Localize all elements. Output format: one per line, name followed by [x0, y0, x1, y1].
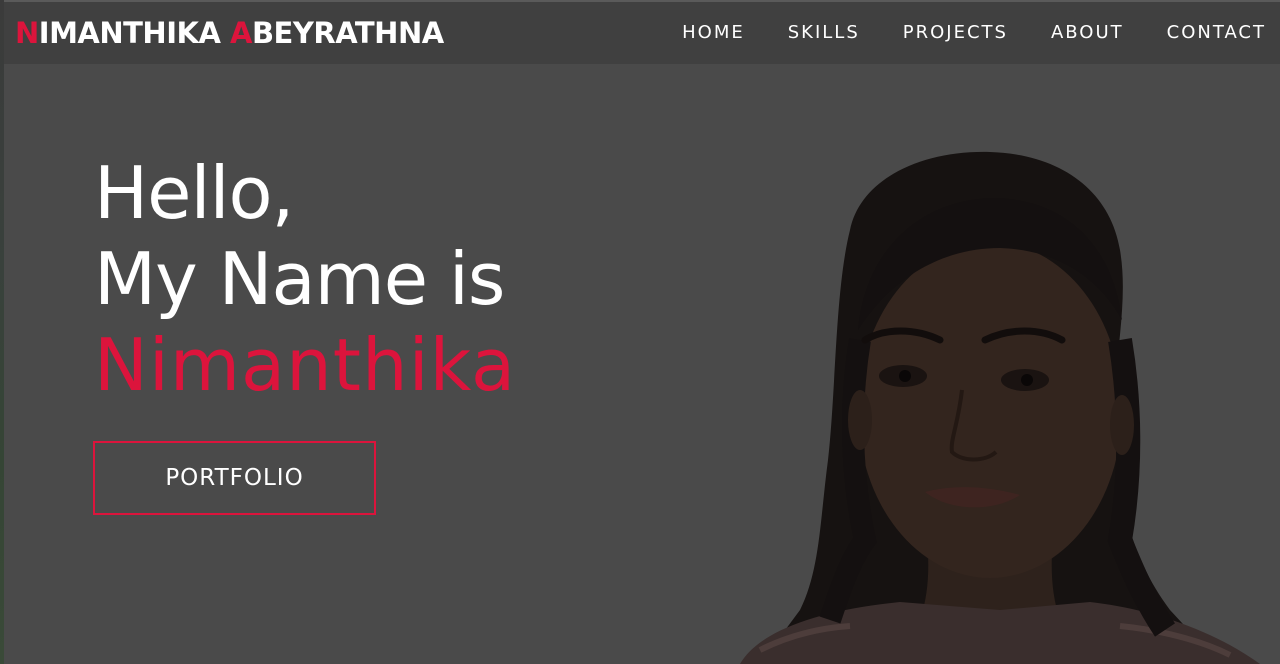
hero-greeting: Hello, [94, 151, 294, 235]
brand-first-initial: N [15, 16, 39, 50]
navbar: NIMANTHIKA ABEYRATHNA HOME SKILLS PROJEC… [4, 0, 1280, 64]
main-nav: HOME SKILLS PROJECTS ABOUT CONTACT [639, 22, 1266, 43]
nav-contact-link[interactable]: CONTACT [1167, 22, 1266, 43]
brand-last-rest: BEYRATHNA [251, 16, 444, 50]
hero-intro: My Name is [94, 237, 505, 321]
brand-logo[interactable]: NIMANTHIKA ABEYRATHNA [15, 16, 444, 50]
portrait-face [858, 242, 1122, 578]
nav-home-link[interactable]: HOME [682, 22, 745, 43]
brand-first-rest: IMANTHIKA [38, 16, 230, 50]
landing-page: NIMANTHIKA ABEYRATHNA HOME SKILLS PROJEC… [0, 0, 1280, 664]
brand-last-initial: A [230, 16, 252, 50]
hero-name: Nimanthika [94, 323, 517, 407]
nav-skills-link[interactable]: SKILLS [788, 22, 860, 43]
nav-about-link[interactable]: ABOUT [1051, 22, 1124, 43]
portfolio-button[interactable]: PORTFOLIO [93, 441, 376, 515]
profile-portrait [740, 151, 1260, 664]
nav-projects-link[interactable]: PROJECTS [903, 22, 1008, 43]
background-edge [0, 0, 4, 664]
hero-heading: Hello, My Name is Nimanthika [94, 150, 516, 408]
